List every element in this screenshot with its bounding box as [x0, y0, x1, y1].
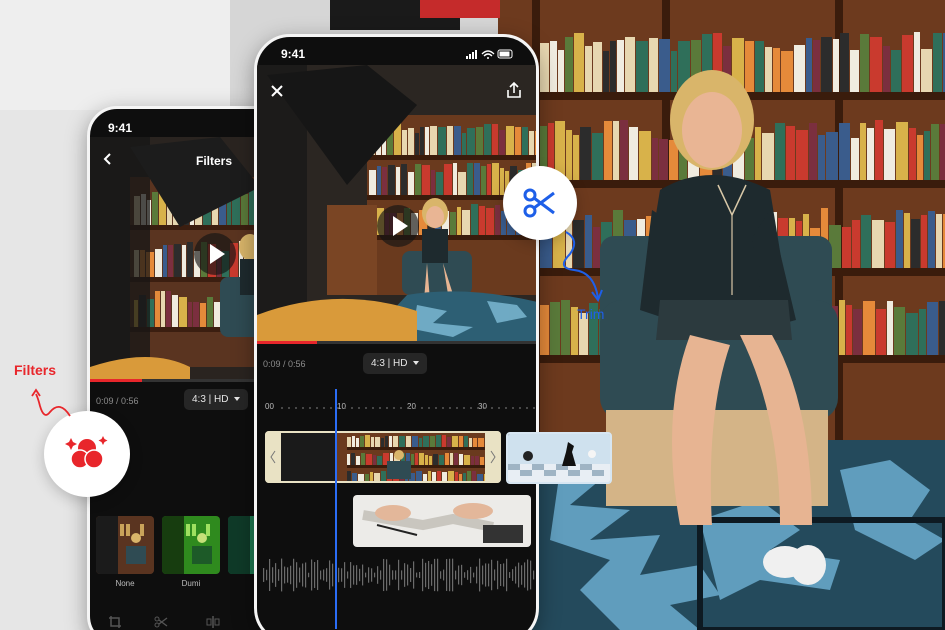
ruler-tick [330, 407, 332, 409]
play-button[interactable] [194, 233, 236, 275]
ruler-tick [512, 407, 514, 409]
trim-handle-left[interactable] [265, 431, 281, 483]
share-icon [507, 81, 521, 98]
ruler-tick [498, 407, 500, 409]
caret-down-icon [233, 397, 240, 402]
progress-fill [90, 379, 142, 382]
ruler-tick [491, 407, 493, 409]
filter-thumb-dumi[interactable] [162, 516, 220, 574]
chevron-right-icon [490, 450, 496, 464]
ruler-tick [505, 407, 507, 409]
ruler-tick [351, 407, 353, 409]
ruler-tick [519, 407, 521, 409]
timecode: 0:09 / 0:56 [96, 396, 139, 406]
crop-icon [109, 616, 121, 628]
ruler-tick [365, 407, 367, 409]
ruler-tick [533, 407, 535, 409]
ruler-tick [316, 407, 318, 409]
ruler-tick [337, 407, 339, 409]
ruler-tick [449, 407, 451, 409]
ruler-tick [379, 407, 381, 409]
screen-title: Filters [196, 154, 233, 168]
ruler-tick [463, 407, 465, 409]
ruler-tick [281, 407, 283, 409]
editor-phone: 9:41 0:09 / 0:56 4:3 | HD 00 10 20 30 [254, 34, 539, 630]
ruler-tick [386, 407, 388, 409]
trim-tool-button[interactable] [154, 615, 168, 630]
quality-dropdown[interactable]: 4:3 | HD [363, 353, 427, 374]
trim-handle-right[interactable] [485, 431, 501, 483]
audio-waveform[interactable] [263, 553, 539, 597]
filters-badge [44, 411, 130, 497]
color-filter-icon [65, 436, 108, 469]
playhead[interactable] [335, 389, 337, 629]
filter-label: None [115, 579, 135, 588]
ruler-tick [414, 407, 416, 409]
trim-badge [503, 166, 577, 240]
ruler-tick [484, 407, 486, 409]
ruler-tick [344, 407, 346, 409]
ruler-tick [428, 407, 430, 409]
scissors-icon [523, 188, 555, 218]
ruler-tick [526, 407, 528, 409]
quality-value: 4:3 | HD [371, 358, 408, 369]
ruler-tick [288, 407, 290, 409]
ruler-tick [393, 407, 395, 409]
status-time: 9:41 [281, 47, 306, 61]
ruler-tick [323, 407, 325, 409]
overlay-clip[interactable] [353, 495, 531, 547]
ruler-tick [372, 407, 374, 409]
ruler-tick [309, 407, 311, 409]
filters-annotation: Filters [14, 362, 57, 378]
ruler-tick [435, 407, 437, 409]
status-icons [466, 49, 513, 59]
scissors-icon [154, 616, 168, 628]
split-icon [206, 616, 220, 628]
ruler-tick [302, 407, 304, 409]
progress-fill [257, 341, 317, 344]
caret-down-icon [412, 361, 419, 366]
close-button[interactable] [269, 83, 285, 104]
trim-arrow-icon [563, 231, 603, 302]
ruler-tick [421, 407, 423, 409]
ruler-tick [456, 407, 458, 409]
ruler-tick [477, 407, 479, 409]
selected-clip[interactable] [265, 431, 501, 483]
ruler-tick [358, 407, 360, 409]
video-preview [257, 65, 536, 343]
progress-bar[interactable] [257, 341, 536, 344]
back-button[interactable] [100, 151, 116, 167]
ruler-tick [407, 407, 409, 409]
play-button[interactable] [377, 205, 419, 247]
ruler-tick [442, 407, 444, 409]
ruler-label: 00 [265, 402, 274, 411]
crop-button[interactable] [108, 615, 122, 630]
filters-arrow-icon [31, 388, 71, 417]
ruler-tick [295, 407, 297, 409]
ruler-tick [400, 407, 402, 409]
timecode: 0:09 / 0:56 [263, 359, 306, 369]
quality-dropdown[interactable]: 4:3 | HD [184, 389, 248, 410]
close-icon [271, 85, 283, 97]
quality-value: 4:3 | HD [192, 394, 229, 405]
chevron-left-icon [270, 450, 276, 464]
status-time: 9:41 [108, 121, 133, 135]
share-button[interactable] [506, 81, 522, 104]
split-button[interactable] [206, 615, 220, 630]
filter-thumb-none[interactable] [96, 516, 154, 574]
ruler-tick [470, 407, 472, 409]
chevron-left-icon [103, 153, 111, 165]
chess-clip[interactable] [506, 432, 612, 484]
filter-label: Dumi [181, 579, 201, 588]
trim-annotation: Trim [577, 306, 605, 322]
